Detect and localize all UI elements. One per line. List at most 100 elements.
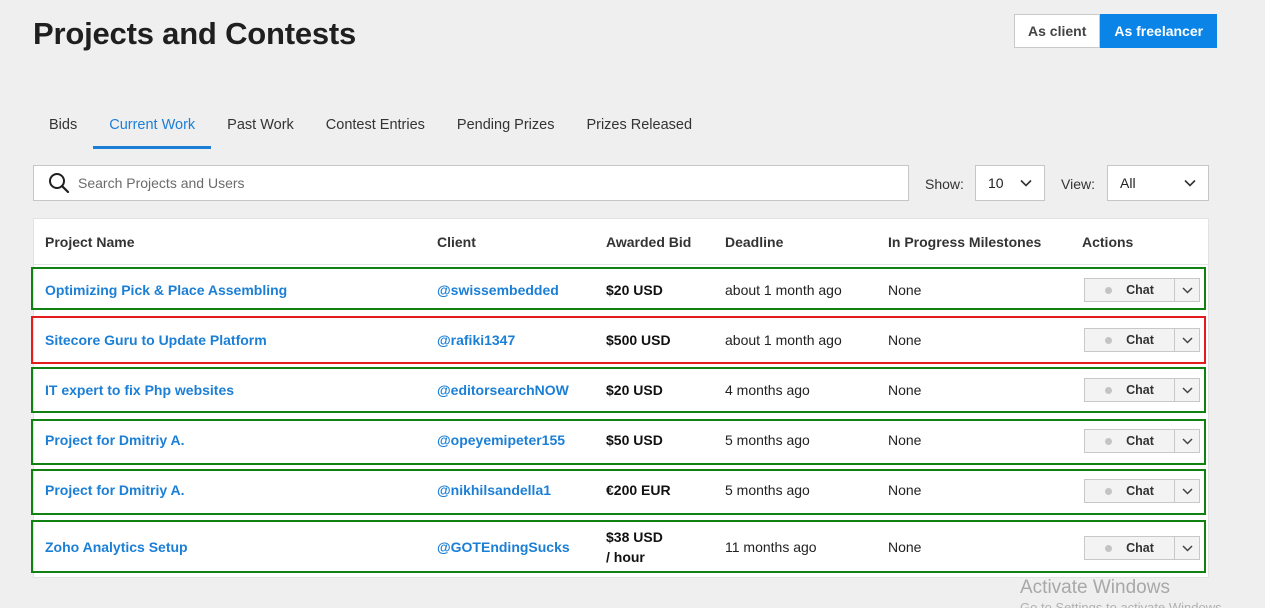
chat-group: Chat [1084, 429, 1200, 453]
chat-dropdown-toggle[interactable] [1175, 328, 1200, 352]
chat-button[interactable]: Chat [1084, 378, 1175, 402]
chat-group: Chat [1084, 378, 1200, 402]
client-link[interactable]: @swissembedded [437, 282, 559, 298]
chevron-down-icon [1181, 286, 1193, 294]
client-link[interactable]: @GOTEndingSucks [437, 539, 570, 555]
bid-amount: $38 USD [606, 529, 663, 545]
chevron-down-icon [1020, 179, 1032, 187]
chat-label: Chat [1126, 383, 1154, 397]
deadline: 4 months ago [725, 382, 810, 398]
chevron-down-icon [1181, 544, 1193, 552]
chat-label: Chat [1126, 333, 1154, 347]
search-bar[interactable] [33, 165, 909, 201]
chat-dropdown-toggle[interactable] [1175, 479, 1200, 503]
deadline: 11 months ago [725, 539, 817, 555]
chevron-down-icon [1181, 437, 1193, 445]
project-name-link[interactable]: Zoho Analytics Setup [45, 539, 188, 555]
chat-dropdown-toggle[interactable] [1175, 278, 1200, 302]
tab-current-work[interactable]: Current Work [93, 100, 212, 149]
chat-group: Chat [1084, 536, 1200, 560]
chat-button[interactable]: Chat [1084, 429, 1175, 453]
chat-button[interactable]: Chat [1084, 328, 1175, 352]
project-name-link[interactable]: Optimizing Pick & Place Assembling [45, 282, 287, 298]
chat-group: Chat [1084, 479, 1200, 503]
show-select-value: 10 [988, 175, 1004, 191]
chat-button[interactable]: Chat [1084, 278, 1175, 302]
chat-label: Chat [1126, 434, 1154, 448]
client-link[interactable]: @nikhilsandella1 [437, 482, 551, 498]
client-link[interactable]: @rafiki1347 [437, 332, 515, 348]
tab-past-work[interactable]: Past Work [211, 100, 310, 149]
search-icon [49, 173, 70, 194]
tab-contest-entries[interactable]: Contest Entries [310, 100, 441, 149]
bid-rate-unit: / hour [606, 549, 645, 565]
chat-label: Chat [1126, 541, 1154, 555]
deadline: about 1 month ago [725, 282, 842, 298]
chevron-down-icon [1181, 386, 1193, 394]
table-row: Zoho Analytics Setup @GOTEndingSucks $38… [31, 520, 1206, 573]
column-header-deadline: Deadline [725, 234, 784, 250]
table-row: Project for Dmitriy A. @nikhilsandella1 … [31, 469, 1206, 515]
chat-label: Chat [1126, 283, 1154, 297]
chat-dropdown-toggle[interactable] [1175, 378, 1200, 402]
as-client-button[interactable]: As client [1014, 14, 1101, 48]
show-select[interactable]: 10 [975, 165, 1045, 201]
client-link[interactable]: @opeyemipeter155 [437, 432, 565, 448]
as-freelancer-button[interactable]: As freelancer [1100, 14, 1218, 48]
tab-bids[interactable]: Bids [33, 100, 93, 149]
activate-windows-watermark: Activate Windows [1020, 577, 1170, 598]
awarded-bid: $50 USD [606, 432, 663, 448]
page-title: Projects and Contests [33, 16, 357, 51]
milestones: None [888, 282, 922, 298]
column-header-actions: Actions [1082, 234, 1134, 250]
table-row: IT expert to fix Php websites @editorsea… [31, 367, 1206, 413]
view-select[interactable]: All [1107, 165, 1209, 201]
deadline: 5 months ago [725, 432, 810, 448]
chevron-down-icon [1181, 487, 1193, 495]
tab-pending-prizes[interactable]: Pending Prizes [441, 100, 571, 149]
column-header-project-name: Project Name [45, 234, 135, 250]
status-dot [1105, 487, 1113, 495]
milestones: None [888, 539, 922, 555]
chat-group: Chat [1084, 328, 1200, 352]
chat-button[interactable]: Chat [1084, 536, 1175, 560]
project-name-link[interactable]: Project for Dmitriy A. [45, 482, 185, 498]
client-link[interactable]: @editorsearchNOW [437, 382, 569, 398]
project-name-link[interactable]: Sitecore Guru to Update Platform [45, 332, 267, 348]
table-row: Optimizing Pick & Place Assembling @swis… [31, 267, 1206, 310]
chevron-down-icon [1181, 336, 1193, 344]
milestones: None [888, 332, 922, 348]
awarded-bid: $500 USD [606, 332, 671, 348]
project-name-link[interactable]: Project for Dmitriy A. [45, 432, 185, 448]
chat-label: Chat [1126, 484, 1154, 498]
activate-windows-subtext: Go to Settings to activate Windows. [1020, 600, 1226, 608]
project-name-link[interactable]: IT expert to fix Php websites [45, 382, 234, 398]
chat-button[interactable]: Chat [1084, 479, 1175, 503]
milestones: None [888, 432, 922, 448]
column-header-awarded-bid: Awarded Bid [606, 234, 692, 250]
role-toggle: As client As freelancer [1014, 14, 1218, 48]
table-row: Project for Dmitriy A. @opeyemipeter155 … [31, 419, 1206, 465]
awarded-bid: $20 USD [606, 382, 663, 398]
chevron-down-icon [1184, 179, 1196, 187]
view-select-value: All [1120, 175, 1136, 191]
awarded-bid: €200 EUR [606, 482, 671, 498]
header-divider [34, 264, 1210, 265]
awarded-bid: $38 USD / hour [606, 527, 663, 567]
tab-bar: Bids Current Work Past Work Contest Entr… [33, 100, 708, 150]
deadline: 5 months ago [725, 482, 810, 498]
status-dot [1105, 386, 1113, 394]
chat-dropdown-toggle[interactable] [1175, 429, 1200, 453]
milestones: None [888, 382, 922, 398]
chat-dropdown-toggle[interactable] [1175, 536, 1200, 560]
status-dot [1105, 286, 1113, 294]
deadline: about 1 month ago [725, 332, 842, 348]
projects-table: Project Name Client Awarded Bid Deadline… [31, 218, 1210, 578]
tab-prizes-released[interactable]: Prizes Released [570, 100, 708, 149]
status-dot [1105, 544, 1113, 552]
search-input[interactable] [78, 175, 878, 191]
status-dot [1105, 437, 1113, 445]
table-row: Sitecore Guru to Update Platform @rafiki… [31, 316, 1206, 364]
awarded-bid: $20 USD [606, 282, 663, 298]
status-dot [1105, 336, 1113, 344]
